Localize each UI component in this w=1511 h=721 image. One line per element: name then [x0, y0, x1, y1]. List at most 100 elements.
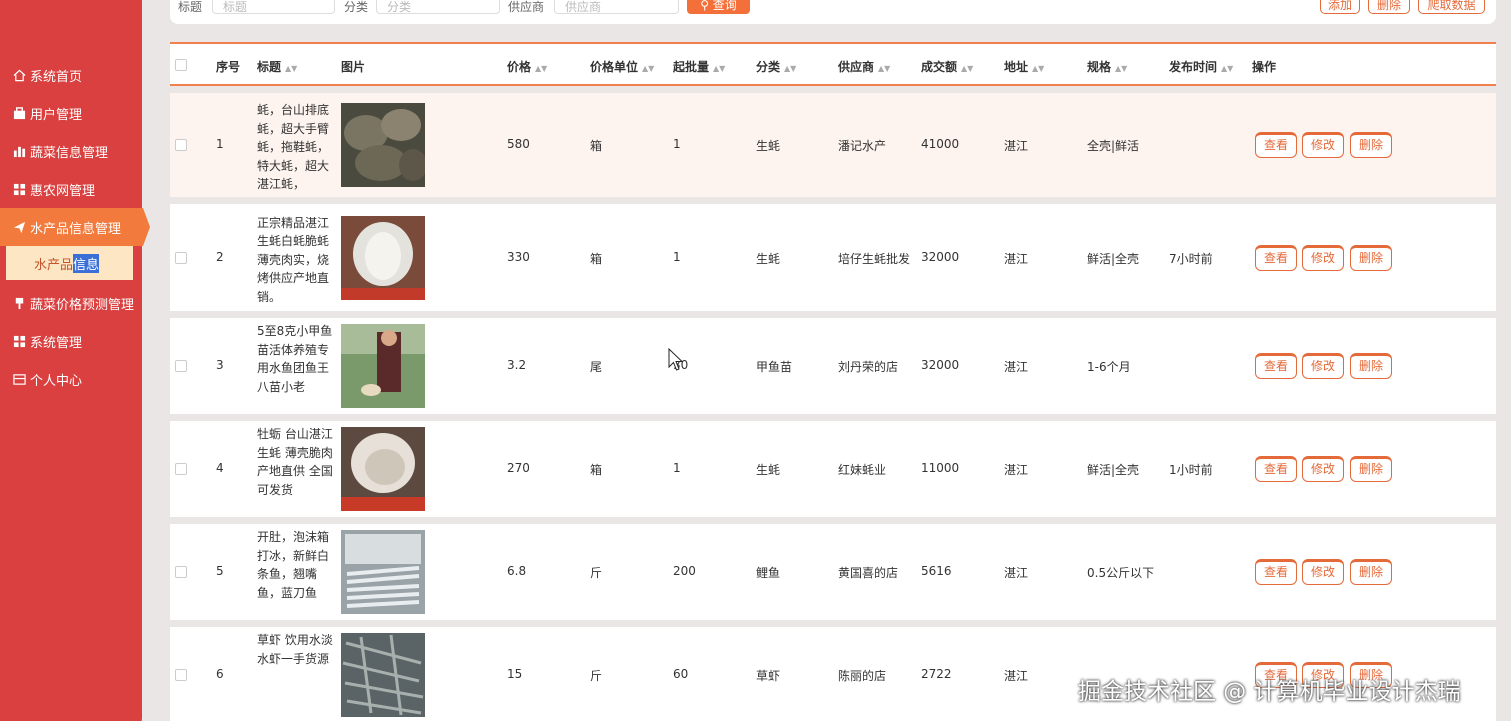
delete-button[interactable]: 删除	[1350, 456, 1392, 482]
header-moq[interactable]: 起批量 ▲▼	[673, 58, 725, 75]
edit-button[interactable]: 修改	[1302, 132, 1344, 158]
sidebar-item-system[interactable]: 系统管理	[0, 322, 150, 360]
cell-spec: 鲜活|全壳	[1087, 251, 1140, 266]
cell-category: 草虾	[756, 669, 781, 683]
view-button[interactable]: 查看	[1255, 559, 1297, 585]
row-checkbox[interactable]	[175, 669, 187, 681]
delete-button[interactable]: 删除	[1350, 132, 1392, 158]
batch-delete-button[interactable]: 删除	[1368, 0, 1410, 14]
view-button[interactable]: 查看	[1255, 456, 1297, 482]
sidebar-item-label: 用户管理	[30, 107, 83, 123]
cell-index: 3	[216, 358, 224, 372]
edit-button[interactable]: 修改	[1302, 456, 1344, 482]
cell-index: 4	[216, 461, 224, 475]
cell-unit: 箱	[590, 463, 603, 477]
submenu-aquatic-info[interactable]: 水产品 信息	[6, 246, 133, 280]
cell-turnover: 32000	[921, 249, 960, 264]
cell-index: 1	[216, 137, 224, 151]
query-button[interactable]: ⚲ 查询	[687, 0, 750, 14]
sort-icon: ▲▼	[1221, 64, 1234, 73]
cell-category: 甲鱼苗	[756, 360, 793, 374]
sort-icon: ▲▼	[961, 64, 974, 73]
sidebar-item-price-forecast[interactable]: 蔬菜价格预测管理	[0, 284, 150, 322]
add-button[interactable]: 添加	[1320, 0, 1360, 14]
header-supplier[interactable]: 供应商 ▲▼	[838, 58, 890, 75]
header-price[interactable]: 价格 ▲▼	[507, 58, 547, 75]
category-input[interactable]: 分类	[376, 0, 500, 14]
search-icon: ⚲	[700, 0, 713, 12]
row-checkbox[interactable]	[175, 251, 187, 264]
header-address[interactable]: 地址 ▲▼	[1004, 58, 1044, 75]
header-category[interactable]: 分类 ▲▼	[756, 58, 796, 75]
product-image[interactable]	[341, 633, 425, 717]
delete-button[interactable]: 删除	[1350, 244, 1392, 271]
cell-turnover: 32000	[921, 358, 960, 372]
sort-icon: ▲▼	[285, 64, 298, 73]
product-image[interactable]	[341, 427, 425, 511]
sidebar-item-huinong[interactable]: 惠农网管理	[0, 170, 150, 208]
sidebar-item-label: 系统首页	[30, 69, 83, 85]
sidebar-item-label: 蔬菜价格预测管理	[30, 297, 135, 313]
users-icon	[12, 106, 26, 120]
product-image[interactable]	[341, 324, 425, 408]
cell-price: 270	[507, 461, 530, 475]
cell-moq: 200	[673, 564, 696, 578]
crawl-button[interactable]: 爬取数据	[1418, 0, 1485, 14]
category-label: 分类	[344, 0, 369, 14]
data-table: 序号 标题 ▲▼ 图片 价格 ▲▼ 价格单位 ▲▼ 起批量 ▲▼ 分类 ▲▼ 供应商 ▲▼ …	[170, 42, 1496, 721]
cell-unit: 斤	[590, 566, 603, 580]
sort-icon: ▲▼	[1115, 64, 1128, 73]
row-checkbox[interactable]	[175, 463, 187, 475]
delete-button[interactable]: 删除	[1350, 353, 1392, 379]
header-turnover[interactable]: 成交额 ▲▼	[921, 58, 973, 75]
table-row[interactable]: 5 6.8 斤 200 鲤鱼 黄国喜的店 5616 湛江 0.5公斤以下 开肚，泡沫箱打冰，新鲜白…	[170, 524, 1496, 620]
cell-supplier: 红妹蚝业	[838, 463, 887, 477]
cell-title: 开肚，泡沫箱打冰，新鲜白条鱼，翘嘴鱼，蓝刀鱼	[257, 530, 330, 600]
sidebar-item-profile[interactable]: 个人中心	[0, 360, 150, 398]
edit-button[interactable]: 修改	[1302, 244, 1344, 271]
row-checkbox[interactable]	[175, 360, 187, 372]
row-checkbox[interactable]	[175, 566, 187, 578]
header-title[interactable]: 标题 ▲▼	[257, 58, 297, 75]
cell-address: 湛江	[1004, 669, 1029, 683]
cell-supplier: 陈丽的店	[838, 669, 887, 683]
cell-moq: 1	[673, 137, 681, 151]
sidebar-item-aquatic[interactable]: 水产品信息管理	[0, 208, 150, 246]
view-button[interactable]: 查看	[1255, 244, 1297, 271]
edit-button[interactable]: 修改	[1302, 353, 1344, 379]
cell-time: 1小时前	[1169, 463, 1213, 477]
row-checkbox[interactable]	[175, 139, 187, 151]
product-image[interactable]	[341, 530, 425, 614]
table-row[interactable]: 4 270 箱 1 生蚝 红妹蚝业 11000 湛江 鲜活|全壳 1小时前 牡蛎 台山湛江生蚝 薄壳…	[170, 421, 1496, 517]
cell-moq: 60	[673, 667, 689, 681]
product-image[interactable]	[341, 103, 427, 187]
cell-moq: 1	[673, 461, 681, 475]
cell-supplier: 刘丹荣的店	[838, 360, 899, 374]
cell-turnover: 11000	[921, 461, 960, 475]
view-button[interactable]: 查看	[1255, 353, 1297, 379]
sidebar-item-label: 蔬菜信息管理	[30, 145, 109, 161]
sidebar-item-home[interactable]: 系统首页	[0, 56, 150, 94]
header-spec[interactable]: 规格 ▲▼	[1087, 58, 1127, 75]
table-row[interactable]: 1 580 箱 1 生蚝 潘记水产 41000 湛江 全壳|鲜活 蚝，台山排底蚝，超大手臂蚝，拖鞋…	[170, 93, 1496, 197]
supplier-input[interactable]: 供应商	[554, 0, 679, 14]
cell-turnover: 5616	[921, 564, 952, 578]
header-unit[interactable]: 价格单位 ▲▼	[590, 58, 654, 75]
title-input[interactable]: 标题	[212, 0, 335, 14]
sidebar-item-vegetables[interactable]: 蔬菜信息管理	[0, 132, 150, 170]
sort-icon: ▲▼	[878, 64, 891, 73]
product-image[interactable]	[341, 215, 425, 300]
view-button[interactable]: 查看	[1255, 132, 1297, 158]
select-all-checkbox[interactable]	[175, 59, 187, 71]
cell-moq: 1	[673, 249, 681, 264]
sidebar-item-users[interactable]: 用户管理	[0, 94, 150, 132]
header-time[interactable]: 发布时间 ▲▼	[1169, 58, 1233, 75]
edit-button[interactable]: 修改	[1302, 559, 1344, 585]
table-body: 1 580 箱 1 生蚝 潘记水产 41000 湛江 全壳|鲜活 蚝，台山排底蚝，超大手臂蚝，拖鞋…	[170, 93, 1496, 721]
table-header: 序号 标题 ▲▼ 图片 价格 ▲▼ 价格单位 ▲▼ 起批量 ▲▼ 分类 ▲▼ 供应商 ▲▼ …	[170, 42, 1496, 86]
sort-icon: ▲▼	[713, 64, 726, 73]
table-row[interactable]: 3 3.2 尾 30 甲鱼苗 刘丹荣的店 32000 湛江 1-6个月 5至8克小甲鱼苗活体养殖专…	[170, 318, 1496, 414]
cell-price: 3.2	[507, 358, 527, 372]
table-row[interactable]: 2 330 箱 1 生蚝 培仔生蚝批发 32000 湛江 鲜活|全壳 7小时前 正宗精品湛江生蚝白蚝…	[170, 204, 1496, 311]
delete-button[interactable]: 删除	[1350, 559, 1392, 585]
